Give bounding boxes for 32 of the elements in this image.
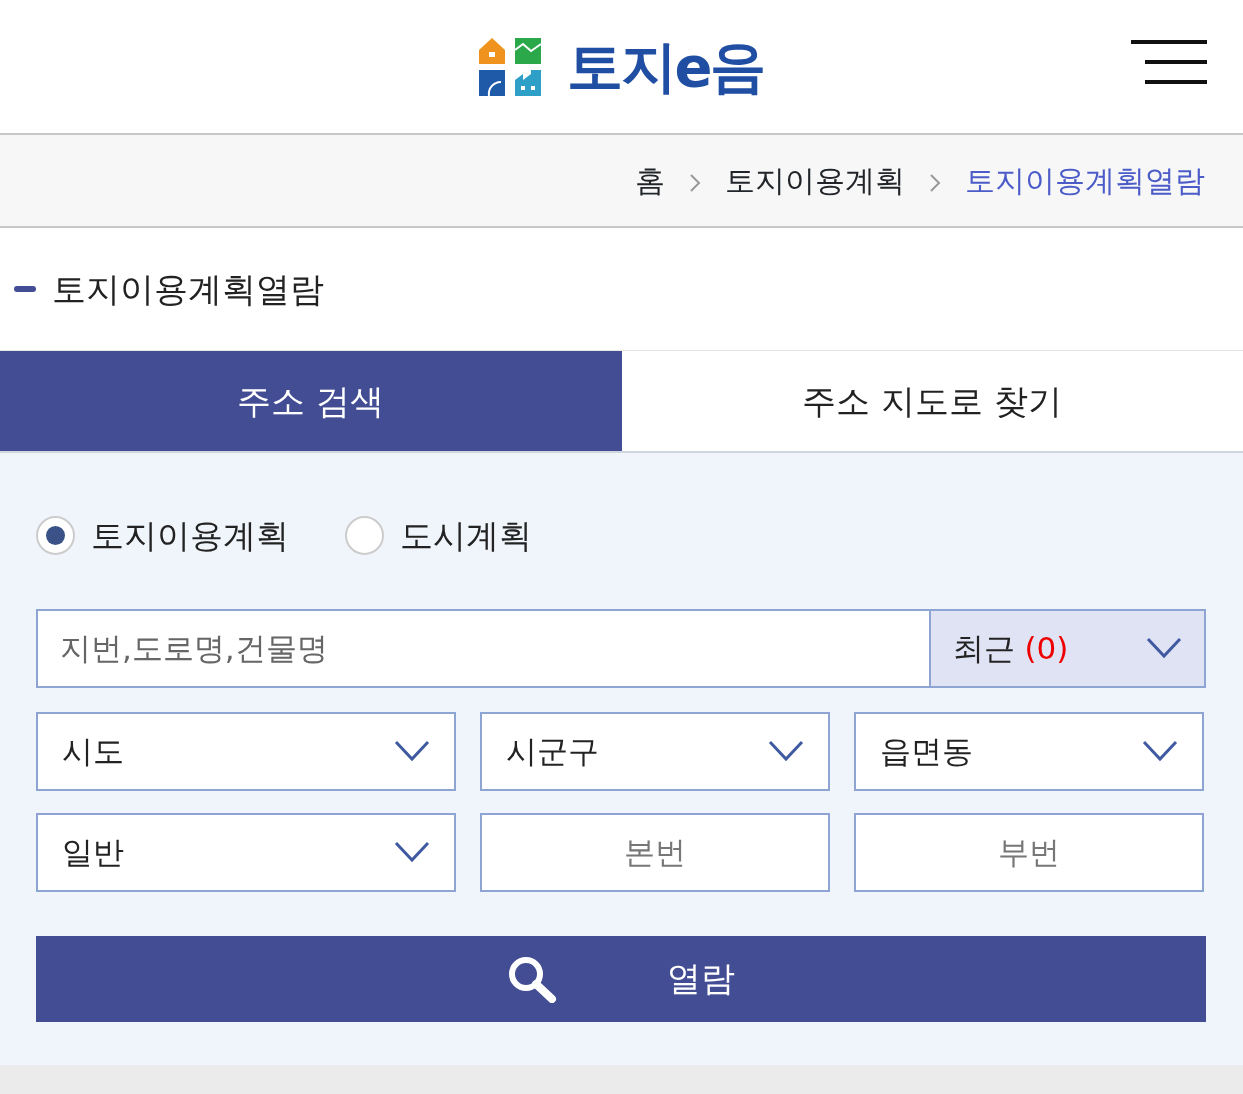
menu-button[interactable] <box>1131 40 1207 84</box>
select-dropdown[interactable]: 읍면동 <box>854 711 1204 791</box>
search-icon <box>507 954 557 1003</box>
menu-icon <box>1131 40 1207 84</box>
chevron-down-icon <box>768 740 804 762</box>
chevron-down-icon <box>394 841 430 863</box>
chevron-right-icon <box>689 172 701 193</box>
select-dropdown[interactable]: 시도 <box>36 711 456 791</box>
radio-label[interactable]: 토지이용계획 <box>91 511 289 561</box>
input-field[interactable]: 본번 <box>480 812 830 892</box>
radio-button[interactable] <box>36 516 75 556</box>
chevron-down-icon <box>1142 740 1178 762</box>
breadcrumb-link[interactable]: 토지이용계획열람 <box>965 158 1205 203</box>
chevron-down-icon <box>394 740 430 762</box>
breadcrumb-link[interactable]: 토지이용계획 <box>725 158 905 203</box>
logo-link[interactable]: 토지e음 <box>478 24 765 109</box>
select-dropdown[interactable]: 일반 <box>36 812 456 892</box>
search-field[interactable]: 지번,도로명,건물명 최근 (0) <box>36 608 1206 688</box>
page-title: 토지이용계획열람 <box>52 267 324 311</box>
chevron-right-icon <box>929 172 941 193</box>
title-marker <box>14 286 36 292</box>
recent-dropdown[interactable]: 최근 (0) <box>928 610 1204 686</box>
select-dropdown[interactable]: 시군구 <box>480 711 830 791</box>
radio-button[interactable] <box>345 516 384 556</box>
input-field[interactable]: 부번 <box>854 812 1204 892</box>
view-button[interactable]: 열람 <box>36 935 1206 1022</box>
logo-text: 토지e음 <box>566 32 765 101</box>
radio-label[interactable]: 도시계획 <box>400 511 532 561</box>
logo-icon <box>478 35 543 98</box>
chevron-down-icon <box>1146 637 1182 659</box>
tab[interactable]: 주소 검색 <box>0 351 622 451</box>
breadcrumb-link[interactable]: 홈 <box>635 158 665 203</box>
